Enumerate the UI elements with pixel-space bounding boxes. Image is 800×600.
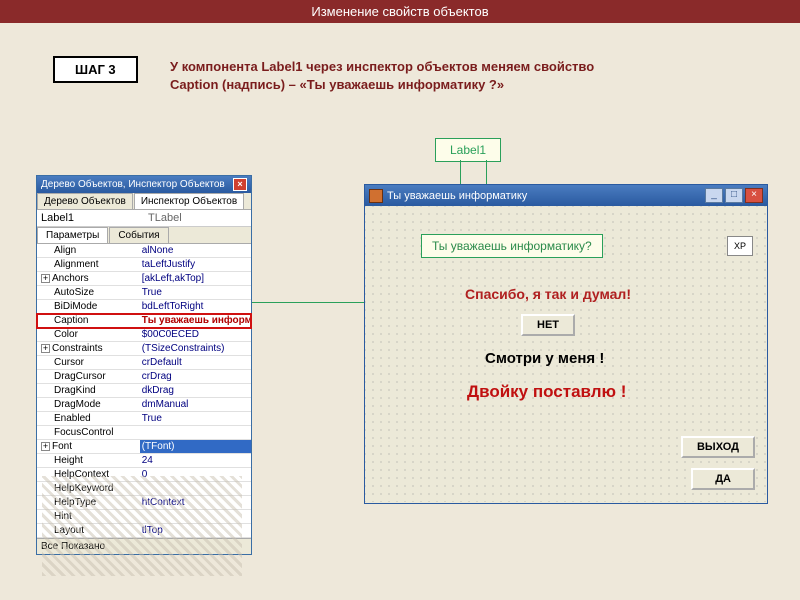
property-value[interactable]: 24 xyxy=(140,454,251,467)
property-name: FocusControl xyxy=(37,426,140,439)
inspector-title-text: Дерево Объектов, Инспектор Объектов xyxy=(41,179,225,190)
label1-callout: Label1 xyxy=(435,138,501,162)
step-badge: ШАГ 3 xyxy=(53,56,138,83)
form-canvas[interactable]: Ты уважаешь информатику? XP Спасибо, я т… xyxy=(365,206,767,502)
object-selector[interactable]: Label1 TLabel xyxy=(37,210,251,227)
property-name: DragCursor xyxy=(37,370,140,383)
tab-object-inspector[interactable]: Инспектор Объектов xyxy=(134,193,244,209)
property-row[interactable]: DragKinddkDrag xyxy=(37,384,251,398)
maximize-icon[interactable]: □ xyxy=(725,188,743,203)
app-icon xyxy=(369,189,383,203)
expand-icon[interactable]: + xyxy=(41,274,50,283)
yes-button[interactable]: ДА xyxy=(691,468,755,490)
form-titlebar[interactable]: Ты уважаешь информатику _ □ × xyxy=(365,185,767,206)
property-row[interactable]: +Font(TFont) xyxy=(37,440,251,454)
property-value[interactable]: Ты уважаешь информатику? xyxy=(140,314,251,327)
inspector-subtabs: Параметры События xyxy=(37,227,251,244)
property-name: Align xyxy=(37,244,140,257)
property-value[interactable]: alNone xyxy=(140,244,251,257)
property-row[interactable]: +Constraints(TSizeConstraints) xyxy=(37,342,251,356)
property-name: Cursor xyxy=(37,356,140,369)
property-row[interactable]: CaptionТы уважаешь информатику? xyxy=(37,314,251,328)
property-value[interactable]: True xyxy=(140,286,251,299)
expand-icon[interactable]: + xyxy=(41,344,50,353)
property-name: +Anchors xyxy=(37,272,140,285)
property-name: Alignment xyxy=(37,258,140,271)
property-value[interactable]: (TSizeConstraints) xyxy=(140,342,251,355)
form-designer-window: Ты уважаешь информатику _ □ × Ты уважаеш… xyxy=(364,184,768,504)
subtab-properties[interactable]: Параметры xyxy=(37,227,108,243)
property-name: Color xyxy=(37,328,140,341)
property-row[interactable]: DragCursorcrDrag xyxy=(37,370,251,384)
property-value[interactable]: crDefault xyxy=(140,356,251,369)
property-name: DragKind xyxy=(37,384,140,397)
property-value[interactable]: crDrag xyxy=(140,370,251,383)
property-name: DragMode xyxy=(37,398,140,411)
property-row[interactable]: BiDiModebdLeftToRight xyxy=(37,300,251,314)
property-value[interactable] xyxy=(140,426,251,439)
form-title-text: Ты уважаешь информатику xyxy=(387,190,527,202)
object-name: Label1 xyxy=(37,210,144,226)
property-row[interactable]: DragModedmManual xyxy=(37,398,251,412)
inspector-tabs: Дерево Объектов Инспектор Объектов xyxy=(37,193,251,210)
property-value[interactable]: [akLeft,akTop] xyxy=(140,272,251,285)
property-value[interactable]: (TFont) xyxy=(140,440,251,453)
property-name: +Constraints xyxy=(37,342,140,355)
property-row[interactable]: EnabledTrue xyxy=(37,412,251,426)
property-row[interactable]: +Anchors[akLeft,akTop] xyxy=(37,272,251,286)
minimize-icon[interactable]: _ xyxy=(705,188,723,203)
instruction-text: У компонента Label1 через инспектор объе… xyxy=(170,58,600,93)
label-thanks[interactable]: Спасибо, я так и думал! xyxy=(465,286,631,302)
property-name: +Font xyxy=(37,440,140,453)
label1-component[interactable]: Ты уважаешь информатику? xyxy=(421,234,603,258)
slide-title: Изменение свойств объектов xyxy=(0,0,800,23)
subtab-events[interactable]: События xyxy=(109,227,168,243)
property-name: BiDiMode xyxy=(37,300,140,313)
property-row[interactable]: AlignalNone xyxy=(37,244,251,258)
property-row[interactable]: Height24 xyxy=(37,454,251,468)
property-row[interactable]: Color$00C0ECED xyxy=(37,328,251,342)
label-look[interactable]: Смотри у меня ! xyxy=(485,350,604,367)
hatched-region xyxy=(42,476,242,576)
tab-object-tree[interactable]: Дерево Объектов xyxy=(37,193,133,209)
property-name: AutoSize xyxy=(37,286,140,299)
property-row[interactable]: CursorcrDefault xyxy=(37,356,251,370)
connector-line xyxy=(250,302,370,303)
property-value[interactable]: bdLeftToRight xyxy=(140,300,251,313)
property-value[interactable]: True xyxy=(140,412,251,425)
object-type: TLabel xyxy=(144,210,251,226)
property-value[interactable]: taLeftJustify xyxy=(140,258,251,271)
property-row[interactable]: FocusControl xyxy=(37,426,251,440)
property-name: Height xyxy=(37,454,140,467)
property-value[interactable]: dkDrag xyxy=(140,384,251,397)
expand-icon[interactable]: + xyxy=(41,442,50,451)
property-row[interactable]: AlignmenttaLeftJustify xyxy=(37,258,251,272)
property-row[interactable]: AutoSizeTrue xyxy=(37,286,251,300)
no-button[interactable]: НЕТ xyxy=(521,314,575,336)
close-icon[interactable]: × xyxy=(745,188,763,203)
close-icon[interactable]: × xyxy=(233,178,247,191)
exit-button[interactable]: ВЫХОД xyxy=(681,436,755,458)
property-value[interactable]: $00C0ECED xyxy=(140,328,251,341)
property-value[interactable]: dmManual xyxy=(140,398,251,411)
xp-manifest-icon[interactable]: XP xyxy=(727,236,753,256)
label-two[interactable]: Двойку поставлю ! xyxy=(467,382,626,402)
property-name: Enabled xyxy=(37,412,140,425)
inspector-titlebar[interactable]: Дерево Объектов, Инспектор Объектов × xyxy=(37,176,251,193)
property-name: Caption xyxy=(37,314,140,327)
